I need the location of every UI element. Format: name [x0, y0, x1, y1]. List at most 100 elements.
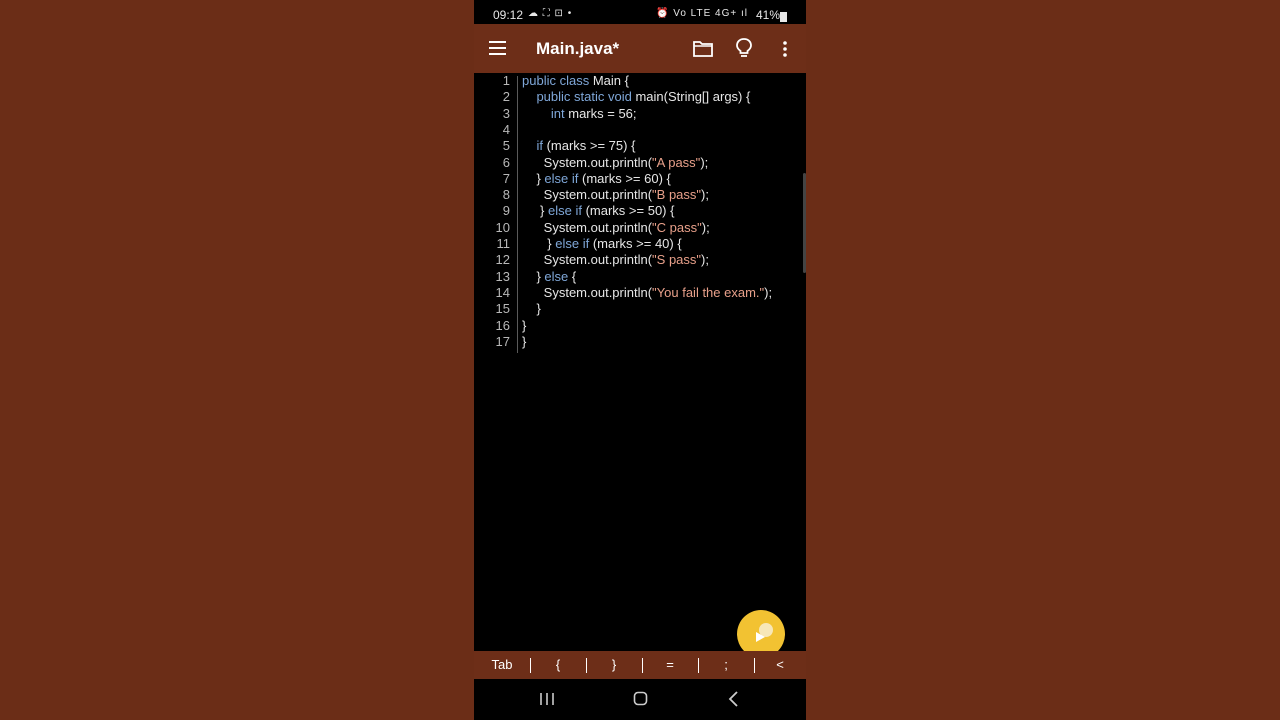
code-keyword: else: [544, 268, 572, 284]
status-time: 09:12: [493, 8, 524, 22]
line-code: } else if (marks >= 40) {: [522, 236, 681, 252]
code-text: System.out.println(: [522, 252, 653, 268]
code-text: System.out.println(: [522, 154, 653, 170]
line-number: 11: [496, 236, 511, 251]
code-line[interactable]: 8 System.out.println("B pass");: [474, 187, 806, 203]
recents-icon[interactable]: [539, 692, 555, 706]
code-line[interactable]: 10 System.out.println("C pass");: [474, 220, 806, 236]
line-code: public static void main(String[] args) {: [522, 89, 750, 105]
line-number: 5: [502, 138, 510, 154]
line-number: 6: [502, 154, 510, 170]
line-number: 2: [502, 89, 510, 105]
code-keyword: public class: [522, 73, 593, 88]
line-code: System.out.println("B pass");: [522, 187, 709, 203]
code-text: main(String[] args) {: [635, 89, 751, 105]
code-string: "B pass": [652, 187, 702, 203]
line-code: }: [522, 301, 541, 317]
code-string: "You fail the exam.": [652, 284, 765, 300]
code-text: }: [522, 333, 527, 349]
line-code: int marks = 56;: [522, 106, 637, 122]
code-line[interactable]: 7 } else if (marks >= 60) {: [474, 171, 806, 187]
code-text: System.out.println(: [522, 219, 653, 235]
line-number: 4: [502, 121, 510, 137]
code-text: (marks >= 60) {: [581, 170, 671, 186]
code-line[interactable]: 16}: [474, 318, 806, 334]
code-keyword: else if: [555, 236, 593, 251]
line-code: public class Main {: [522, 73, 629, 89]
code-text: (marks >= 50) {: [585, 203, 675, 219]
toolbar-key-3[interactable]: =: [642, 651, 698, 679]
more-vert-icon[interactable]: [776, 39, 794, 59]
battery-icon: [780, 12, 787, 22]
code-line[interactable]: 1 public class Main {: [474, 73, 806, 89]
home-icon[interactable]: [633, 691, 648, 706]
code-line[interactable]: 13 } else {: [474, 269, 806, 285]
back-icon[interactable]: [728, 691, 740, 707]
line-number: 8: [502, 187, 510, 203]
code-line[interactable]: 6 System.out.println("A pass");: [474, 155, 806, 171]
code-text: }: [522, 236, 556, 251]
line-number: 3: [502, 105, 510, 121]
line-number: 10: [495, 219, 510, 235]
code-line[interactable]: 14 System.out.println("You fail the exam…: [474, 285, 806, 301]
line-number: 7: [502, 170, 510, 186]
scrollbar[interactable]: [803, 173, 806, 273]
file-title: Main.java*: [536, 39, 620, 58]
code-keyword: public static void: [522, 89, 636, 105]
line-number: 1: [502, 73, 510, 88]
menu-icon[interactable]: [489, 41, 506, 55]
toolbar-key-0[interactable]: Tab: [474, 651, 530, 679]
code-text: marks = 56;: [568, 105, 637, 121]
code-text: }: [522, 170, 545, 186]
code-text: {: [571, 268, 577, 284]
line-number: 14: [495, 284, 510, 300]
code-line[interactable]: 11 } else if (marks >= 40) {: [474, 236, 806, 252]
code-line[interactable]: 5 if (marks >= 75) {: [474, 138, 806, 154]
code-keyword: if: [522, 138, 547, 154]
line-number: 13: [495, 268, 510, 284]
battery-percent: 41%: [755, 8, 780, 22]
code-line[interactable]: 3 int marks = 56;: [474, 106, 806, 122]
toolbar-key-5[interactable]: <: [754, 651, 806, 679]
code-line[interactable]: 17}: [474, 334, 806, 350]
code-text: }: [522, 317, 527, 333]
line-code: } else if (marks >= 50) {: [522, 203, 674, 219]
navigation-bar: [474, 679, 806, 720]
code-keyword: else if: [548, 203, 586, 219]
code-line[interactable]: 12 System.out.println("S pass");: [474, 252, 806, 268]
code-text: );: [764, 284, 773, 300]
code-editor[interactable]: 1 public class Main {2 public static void…: [474, 73, 806, 651]
line-number: 16: [495, 317, 510, 333]
line-code: System.out.println("S pass");: [522, 252, 709, 268]
code-text: }: [522, 301, 541, 317]
line-code: } else {: [522, 269, 576, 285]
code-text: Main {: [592, 73, 629, 88]
code-keyword: int: [522, 105, 569, 121]
code-line[interactable]: 15 }: [474, 301, 806, 317]
code-text: System.out.println(: [522, 284, 653, 300]
code-line[interactable]: 9 } else if (marks >= 50) {: [474, 203, 806, 219]
code-string: "S pass": [652, 252, 702, 268]
toolbar-key-4[interactable]: ;: [698, 651, 754, 679]
status-notification-icons: ☁ ⛶ ⊡ •: [528, 8, 573, 19]
line-number: 15: [495, 301, 510, 317]
folder-icon[interactable]: [693, 40, 713, 57]
line-code: }: [522, 318, 526, 334]
code-text: (marks >= 75) {: [546, 138, 636, 154]
line-code: System.out.println("You fail the exam.")…: [522, 285, 772, 301]
code-text: System.out.println(: [522, 187, 653, 203]
line-number: 17: [495, 333, 510, 349]
line-number: 12: [495, 252, 510, 268]
line-code: } else if (marks >= 60) {: [522, 170, 671, 187]
code-line[interactable]: 2 public static void main(String[] args)…: [474, 89, 806, 105]
line-code: System.out.println("C pass");: [522, 220, 710, 236]
toolbar-key-2[interactable]: }: [586, 651, 642, 679]
code-keyword: else if: [544, 170, 582, 186]
line-number: 9: [502, 203, 510, 219]
code-string: "C pass": [652, 219, 702, 235]
toolbar-key-1[interactable]: {: [530, 651, 586, 679]
code-text: );: [701, 187, 709, 203]
code-line[interactable]: 4: [474, 122, 806, 138]
lightbulb-icon[interactable]: [735, 38, 753, 58]
phone-screen: 09:12 ☁ ⛶ ⊡ • 41% ⏰ Vo LTE 4G+ ıl Main.j…: [474, 0, 806, 720]
